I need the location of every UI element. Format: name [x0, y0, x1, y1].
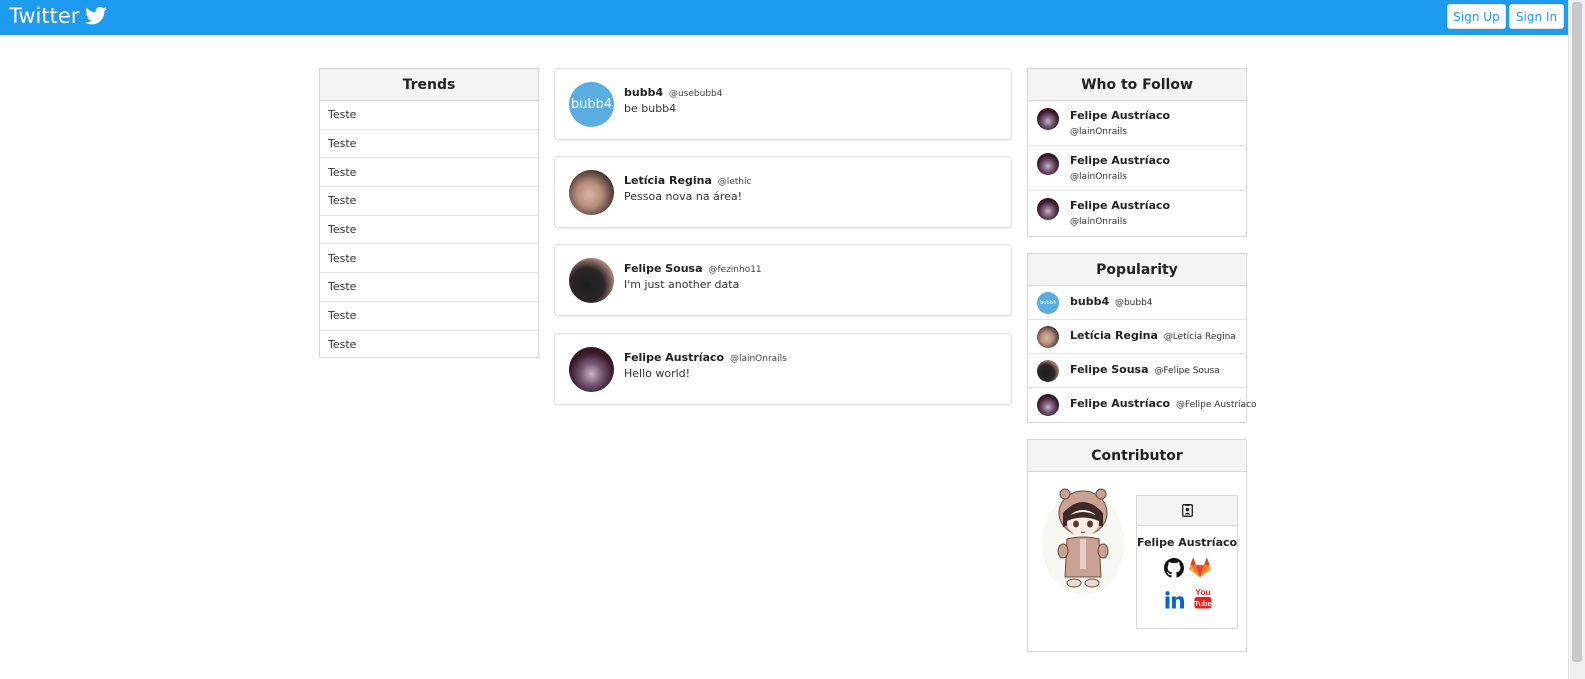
trend-item[interactable]: Teste	[320, 158, 538, 188]
trends-title: Trends	[320, 69, 538, 101]
popular-user-name[interactable]: Felipe Sousa @Felipe Sousa	[1070, 363, 1220, 376]
follow-name[interactable]: Felipe Austríaco	[1070, 109, 1170, 122]
avatar[interactable]	[1037, 108, 1059, 130]
tweet-handle[interactable]: @usebubb4	[669, 89, 723, 99]
avatar[interactable]	[1037, 326, 1059, 348]
gitlab-link[interactable]	[1189, 557, 1211, 579]
contact-card-icon	[1181, 504, 1193, 517]
tweet-text: Pessoa nova na área!	[624, 190, 743, 203]
tweet-author[interactable]: bubb4 @usebubb4	[624, 86, 722, 99]
twitter-bird-icon	[85, 6, 108, 25]
follow-suggestion[interactable]: Felipe Austríaco @lainOnrails	[1028, 146, 1246, 191]
tweet-card[interactable]: bubb4 bubb4 @usebubb4 be bubb4	[554, 68, 1012, 140]
github-link[interactable]	[1163, 557, 1185, 579]
popular-user-name[interactable]: Felipe Austríaco @Felipe Austríaco	[1070, 397, 1257, 410]
popularity-title: Popularity	[1028, 254, 1246, 286]
tweet-text: I'm just another data	[624, 278, 740, 291]
tweet-text: Hello world!	[624, 367, 691, 380]
avatar[interactable]	[1037, 394, 1059, 416]
avatar[interactable]	[1037, 360, 1059, 382]
linkedin-link[interactable]	[1164, 589, 1186, 611]
follow-name[interactable]: Felipe Austríaco	[1070, 199, 1170, 212]
contributor-chibi-illustration	[1042, 488, 1124, 595]
popular-user[interactable]: Felipe Austríaco @Felipe Austríaco	[1028, 388, 1257, 422]
popularity-panel: Popularity bubb4 bubb4 @bubb4 Letícia Re…	[1027, 253, 1257, 423]
popular-user[interactable]: Letícia Regina @Letícia Regina	[1028, 320, 1246, 354]
avatar[interactable]: bubb4	[1037, 292, 1059, 314]
popular-user-name[interactable]: bubb4 @bubb4	[1070, 295, 1153, 308]
sign-up-button[interactable]: Sign Up	[1447, 4, 1506, 29]
trend-item[interactable]: Teste	[320, 302, 538, 331]
contributor-card: Felipe Austríaco You Tube	[1136, 495, 1238, 629]
tweet-card[interactable]: Letícia Regina @lethic Pessoa nova na ár…	[554, 156, 1012, 228]
page-scrollbar[interactable]	[1568, 0, 1585, 679]
top-navbar: Twitter Sign Up Sign In	[0, 0, 1568, 35]
tweet-author[interactable]: Letícia Regina @lethic	[624, 174, 751, 187]
follow-handle: @lainOnrails	[1070, 127, 1127, 137]
github-icon	[1164, 558, 1184, 578]
trend-item[interactable]: Teste	[320, 216, 538, 245]
popular-user[interactable]: bubb4 bubb4 @bubb4	[1028, 286, 1246, 320]
sign-in-button[interactable]: Sign In	[1509, 4, 1564, 29]
tweet-avatar[interactable]: bubb4	[569, 82, 614, 127]
contributor-panel: Contributor Felipe Austríaco You Tube	[1027, 439, 1247, 652]
youtube-icon: You Tube	[1194, 587, 1212, 609]
avatar[interactable]	[1037, 198, 1059, 220]
trend-item[interactable]: Teste	[320, 101, 538, 130]
trend-item[interactable]: Teste	[320, 331, 538, 360]
who-to-follow-panel: Who to Follow Felipe Austríaco @lainOnra…	[1027, 68, 1247, 237]
linkedin-icon	[1165, 591, 1184, 609]
brand-link[interactable]: Twitter	[9, 4, 108, 28]
trend-item[interactable]: Teste	[320, 273, 538, 302]
tweet-author[interactable]: Felipe Austríaco @lainOnrails	[624, 351, 787, 364]
youtube-link[interactable]: You Tube	[1192, 587, 1214, 609]
scrollbar-thumb[interactable]	[1572, 2, 1582, 662]
svg-text:Tube: Tube	[1194, 599, 1211, 608]
tweet-card[interactable]: Felipe Austríaco @lainOnrails Hello worl…	[554, 333, 1012, 405]
tweet-text: be bubb4	[624, 102, 677, 115]
tweet-author[interactable]: Felipe Sousa @fezinho11	[624, 262, 762, 275]
popular-user-name[interactable]: Letícia Regina @Letícia Regina	[1070, 329, 1236, 342]
tweet-handle[interactable]: @fezinho11	[708, 265, 761, 275]
tweet-avatar[interactable]	[569, 170, 614, 215]
avatar[interactable]	[1037, 153, 1059, 175]
svg-text:You: You	[1195, 587, 1210, 597]
tweet-card[interactable]: Felipe Sousa @fezinho11 I'm just another…	[554, 244, 1012, 316]
contributor-card-header	[1137, 496, 1237, 526]
tweet-handle[interactable]: @lainOnrails	[730, 354, 787, 364]
tweet-avatar[interactable]	[569, 347, 614, 392]
follow-name[interactable]: Felipe Austríaco	[1070, 154, 1170, 167]
follow-suggestion[interactable]: Felipe Austríaco @lainOnrails	[1028, 101, 1246, 146]
trends-panel: Trends Teste Teste Teste Teste Teste Tes…	[319, 68, 539, 358]
popular-user[interactable]: Felipe Sousa @Felipe Sousa	[1028, 354, 1246, 388]
trend-item[interactable]: Teste	[320, 187, 538, 216]
trend-item[interactable]: Teste	[320, 130, 538, 159]
gitlab-icon	[1189, 558, 1211, 578]
brand-text: Twitter	[9, 4, 80, 28]
follow-handle: @lainOnrails	[1070, 172, 1127, 182]
tweet-handle[interactable]: @lethic	[718, 177, 752, 187]
contributor-name: Felipe Austríaco	[1137, 536, 1238, 549]
follow-handle: @lainOnrails	[1070, 217, 1127, 227]
trend-item[interactable]: Teste	[320, 244, 538, 274]
follow-suggestion[interactable]: Felipe Austríaco @lainOnrails	[1028, 191, 1246, 236]
contributor-title: Contributor	[1028, 440, 1246, 472]
who-to-follow-title: Who to Follow	[1028, 69, 1246, 101]
tweet-avatar[interactable]	[569, 258, 614, 303]
